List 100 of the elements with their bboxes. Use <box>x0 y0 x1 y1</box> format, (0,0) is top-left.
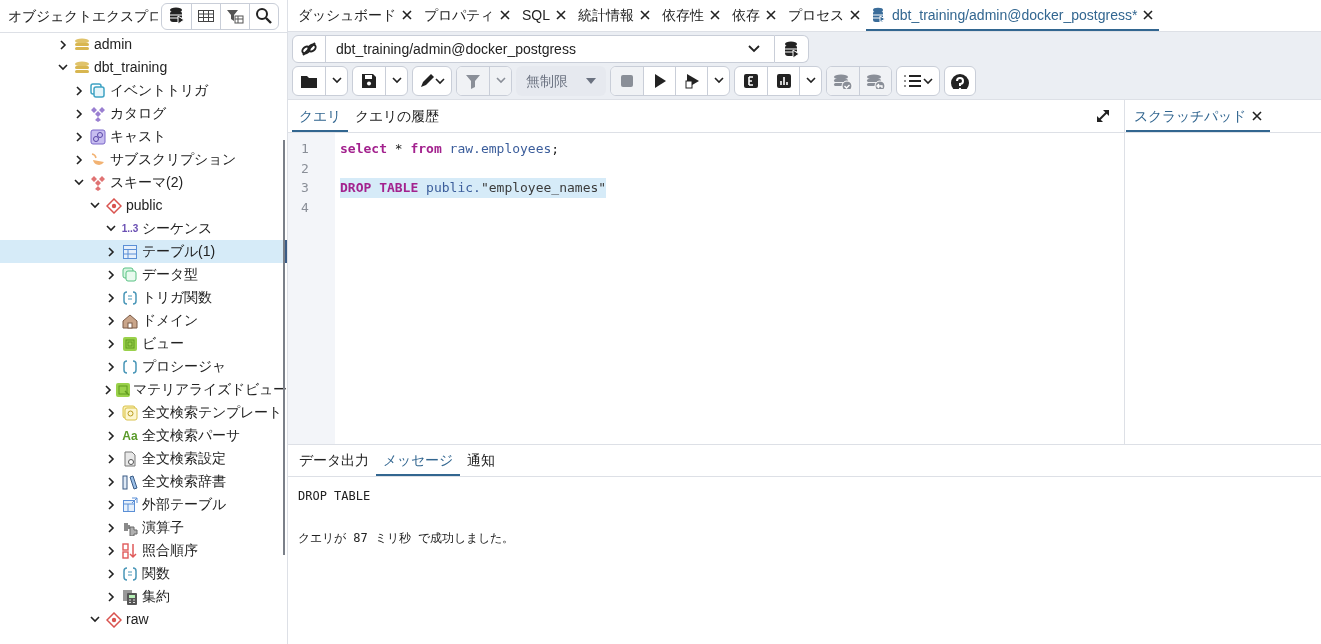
chevron-right-icon[interactable] <box>107 568 115 579</box>
tree-item[interactable]: カタログ <box>0 102 287 125</box>
squares-icon <box>90 82 106 99</box>
close-icon[interactable] <box>850 10 860 20</box>
tab[interactable]: 依存 <box>726 1 782 31</box>
tree-item[interactable]: 全文検索テンプレート <box>0 401 287 424</box>
help-button[interactable] <box>944 66 976 96</box>
tab[interactable]: ダッシュボード <box>292 1 418 31</box>
caret-icon <box>586 78 596 84</box>
message-text: DROP TABLE <box>298 488 372 505</box>
tab[interactable]: プロセス <box>782 1 866 31</box>
close-icon[interactable] <box>766 10 776 20</box>
tree-item[interactable]: イベントトリガ <box>0 79 287 102</box>
tree-item[interactable]: データ型 <box>0 263 287 286</box>
chevron-right-icon[interactable] <box>107 269 115 280</box>
chevron-right-icon[interactable] <box>107 499 115 510</box>
house-icon <box>122 312 138 329</box>
limit-select[interactable]: 無制限 <box>516 66 606 96</box>
numbered-list-button[interactable] <box>896 66 940 96</box>
chevron-right-icon[interactable] <box>107 292 115 303</box>
chevron-right-icon[interactable] <box>107 361 115 372</box>
chevron-right-icon[interactable] <box>107 453 115 464</box>
chevron-right-icon[interactable] <box>75 108 83 119</box>
tree-item[interactable]: raw <box>0 608 287 631</box>
sort-arrow-icon <box>122 542 138 559</box>
diamond-icon <box>106 197 122 214</box>
tree-item[interactable]: 1..3 シーケンス <box>0 217 287 240</box>
magnifier-page-icon <box>122 404 138 421</box>
pen-caret-button[interactable] <box>412 66 452 96</box>
tree-item[interactable]: 外部テーブル <box>0 493 287 516</box>
chevron-right-icon[interactable] <box>107 545 115 556</box>
chevron-down-icon[interactable] <box>58 64 68 71</box>
tab[interactable]: データ出力 <box>292 446 376 476</box>
tree-item[interactable]: サブスクリプション <box>0 148 287 171</box>
tab[interactable]: 依存性 <box>656 1 726 31</box>
line-number: 3 <box>300 179 310 197</box>
tree-item[interactable]: ドメイン <box>0 309 287 332</box>
chevron-down-icon[interactable] <box>90 202 100 209</box>
close-icon[interactable] <box>1143 10 1154 20</box>
database-icon <box>167 7 186 25</box>
chevron-right-icon[interactable] <box>107 476 115 487</box>
code-line[interactable]: select * from raw.employees; <box>340 139 560 159</box>
tab[interactable]: クエリの履歴 <box>348 102 446 132</box>
tree-item[interactable]: 全文検索辞書 <box>0 470 287 493</box>
tree-item[interactable]: ビュー <box>0 332 287 355</box>
tree-item[interactable]: public <box>0 194 287 217</box>
diamond-cluster-icon <box>90 174 106 191</box>
tree-item[interactable]: admin <box>0 33 287 56</box>
tree-item[interactable]: キャスト <box>0 125 287 148</box>
chevron-right-icon[interactable] <box>107 430 115 441</box>
tab[interactable]: メッセージ <box>376 446 460 476</box>
tree-item[interactable]: スキーマ(2) <box>0 171 287 194</box>
tree-item[interactable]: 演算子 <box>0 516 287 539</box>
database-button[interactable] <box>775 35 809 63</box>
chevron-right-icon[interactable] <box>107 591 115 602</box>
tree-item[interactable]: Aa 全文検索パーサ <box>0 424 287 447</box>
view-icon <box>115 381 131 398</box>
tree-item[interactable]: 照合順序 <box>0 539 287 562</box>
expand-icon[interactable] <box>1096 109 1110 123</box>
tree-item[interactable]: プロシージャ <box>0 355 287 378</box>
chevron-right-icon[interactable] <box>107 246 115 257</box>
stop-icon <box>620 73 634 89</box>
chevron-right-icon[interactable] <box>75 85 83 96</box>
close-icon[interactable] <box>402 10 412 20</box>
chevron-down-icon[interactable] <box>74 179 84 186</box>
tree-item[interactable]: dbt_training <box>0 56 287 79</box>
explain-icon <box>743 73 759 89</box>
tree-item[interactable]: トリガ関数 <box>0 286 287 309</box>
chevron-down-icon[interactable] <box>90 616 100 623</box>
scrollbar[interactable] <box>283 140 285 555</box>
chevron-right-icon[interactable] <box>107 315 115 326</box>
chevron-down-icon[interactable] <box>106 225 116 232</box>
chevron-right-icon[interactable] <box>107 407 115 418</box>
close-icon[interactable] <box>1252 111 1262 121</box>
chevron-right-icon[interactable] <box>107 338 115 349</box>
chevron-right-icon[interactable] <box>105 384 112 395</box>
connection-select[interactable]: dbt_training/admin@docker_postgress <box>292 35 775 63</box>
tab[interactable]: SQL <box>516 1 572 31</box>
chevron-right-icon[interactable] <box>75 154 83 165</box>
close-icon[interactable] <box>640 10 650 20</box>
tab[interactable]: 通知 <box>460 446 502 476</box>
tree-item[interactable]: 全文検索設定 <box>0 447 287 470</box>
close-icon[interactable] <box>710 10 720 20</box>
close-icon[interactable] <box>556 10 566 20</box>
database-icon <box>872 7 886 23</box>
filter-table-icon <box>226 7 244 25</box>
scratch-pad-tab[interactable]: スクラッチパッド <box>1126 102 1270 132</box>
tree-item[interactable]: 関数 <box>0 562 287 585</box>
tab[interactable]: プロパティ <box>418 1 516 31</box>
chevron-right-icon[interactable] <box>107 522 115 533</box>
pen-caret-icon <box>419 73 445 89</box>
tab[interactable]: 統計情報 <box>572 1 656 31</box>
close-icon[interactable] <box>500 10 510 20</box>
chevron-right-icon[interactable] <box>75 131 83 142</box>
document-gear-icon <box>122 450 138 467</box>
chart-icon <box>775 73 792 89</box>
tree-item[interactable]: テーブル(1) <box>0 240 287 263</box>
tree-item[interactable]: 集約 <box>0 585 287 608</box>
chevron-right-icon[interactable] <box>59 39 67 50</box>
sequence-icon: 1..3 <box>121 221 139 236</box>
